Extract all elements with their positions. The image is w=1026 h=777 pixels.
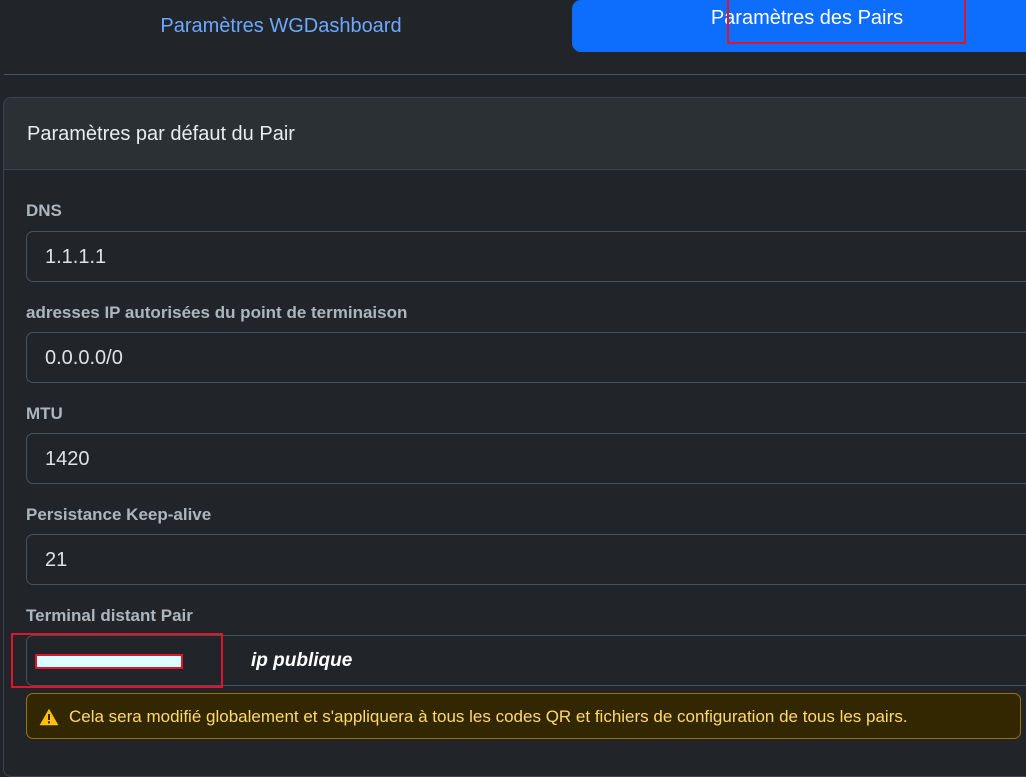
warning-triangle-icon — [39, 708, 59, 726]
tab-wgdashboard-settings[interactable]: Paramètres WGDashboard — [0, 0, 562, 52]
tab-peer-settings-label: Paramètres des Pairs — [710, 6, 904, 29]
mtu-input[interactable]: 1420 — [26, 433, 1026, 484]
allowed-ips-input-value: 0.0.0.0/0 — [45, 347, 123, 369]
annotation-public-ip: ip publique — [251, 650, 353, 671]
keepalive-label: Persistance Keep-alive — [26, 505, 212, 524]
card-title: Paramètres par défaut du Pair — [27, 123, 295, 145]
settings-tabs: Paramètres WGDashboard Paramètres des Pa… — [0, 0, 1026, 52]
dns-label: DNS — [26, 201, 62, 220]
keepalive-input[interactable]: 21 — [26, 534, 1026, 585]
tabs-divider — [4, 74, 1026, 75]
dns-input[interactable]: 1.1.1.1 — [26, 231, 1026, 282]
mtu-input-value: 1420 — [45, 448, 90, 470]
card-header: Paramètres par défaut du Pair — [4, 98, 1026, 170]
allowed-ips-input[interactable]: 0.0.0.0/0 — [26, 332, 1026, 383]
warning-alert-text: Cela sera modifié globalement et s'appli… — [69, 707, 908, 726]
mtu-label: MTU — [26, 404, 63, 423]
keepalive-input-value: 21 — [45, 549, 68, 571]
warning-alert: Cela sera modifié globalement et s'appli… — [26, 693, 1021, 739]
allowed-ips-label: adresses IP autorisées du point de termi… — [26, 303, 408, 322]
endpoint-label: Terminal distant Pair — [26, 606, 193, 625]
dns-input-value: 1.1.1.1 — [45, 246, 107, 268]
tab-wgdashboard-settings-label: Paramètres WGDashboard — [160, 14, 402, 37]
tab-peer-settings[interactable]: Paramètres des Pairs — [572, 0, 1026, 52]
redacted-ip-box — [35, 654, 183, 669]
